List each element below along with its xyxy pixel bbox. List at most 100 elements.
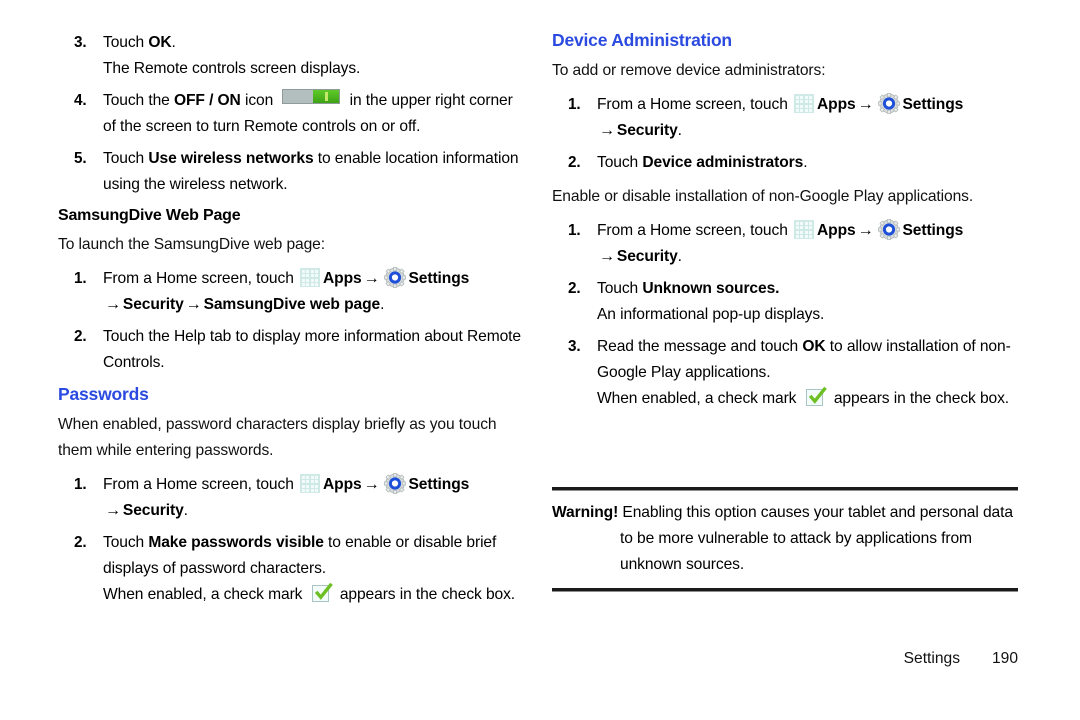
step-text-part: From a Home screen, touch — [597, 222, 792, 239]
step-text-part: Touch — [103, 150, 149, 167]
path-security: Security — [616, 122, 678, 139]
step-text-part: Touch — [597, 280, 643, 297]
arrow-icon: → — [363, 270, 380, 287]
arrow-icon: → — [105, 502, 121, 519]
toggle-knob — [313, 90, 340, 103]
passwords-steps-list: 1. From a Home screen, touch Apps → Settin… — [58, 472, 528, 608]
settings-gear-icon — [383, 267, 406, 288]
check-mark-icon — [805, 386, 827, 407]
step-bold-term: Make passwords visible — [148, 534, 324, 551]
settings-gear-icon — [877, 219, 900, 240]
warning-bottom-rule — [552, 588, 1018, 592]
settings-label: Settings — [902, 96, 964, 113]
apps-grid-icon — [794, 220, 814, 239]
arrow-icon: → — [857, 222, 874, 239]
step-number: 3. — [74, 34, 87, 51]
apps-label: Apps — [323, 270, 362, 287]
step-text-part: icon — [240, 92, 278, 109]
arrow-icon: → — [599, 122, 615, 139]
step-text: Touch Device administrators. — [597, 154, 808, 171]
step-number: 5. — [74, 150, 87, 167]
samsungdive-steps-list: 1. From a Home screen, touch Apps → Settin… — [58, 266, 528, 376]
step-bold-term: OK — [148, 34, 172, 51]
step-item: 1. From a Home screen, touch Apps → Settin… — [552, 218, 1022, 270]
passwords-heading: Passwords — [58, 384, 149, 404]
unknown-sources-steps-list: 1. From a Home screen, touch Apps → Settin… — [552, 218, 1022, 412]
step-text: Touch the OFF / ON icon in the upper rig… — [103, 89, 513, 135]
arrow-icon: → — [857, 96, 874, 113]
footer-section-label: Settings — [903, 650, 960, 667]
step-number: 3. — [568, 338, 581, 355]
step-number: 2. — [568, 280, 581, 297]
step-text-part: Touch — [103, 34, 149, 51]
step-text: From a Home screen, touch Apps → Settings … — [597, 93, 1022, 144]
step-path-line: → Security. — [103, 498, 528, 524]
step-number: 1. — [568, 96, 581, 113]
apps-grid-icon — [300, 268, 320, 287]
warning-message: Enabling this option causes your tablet … — [620, 504, 1013, 573]
apps-grid-icon — [794, 94, 814, 113]
step-text-part: Read the message and touch — [597, 338, 803, 355]
step-text: Touch Make passwords visible to enable o… — [103, 534, 496, 577]
device-administration-intro: To add or remove device administrators: — [552, 62, 826, 79]
step-text-part: Touch — [103, 534, 149, 551]
step-text: Read the message and touch OK to allow i… — [597, 338, 1011, 381]
step-number: 4. — [74, 92, 87, 109]
step-text-part: Touch the — [103, 92, 174, 109]
step-text-part: . — [183, 502, 188, 519]
arrow-icon: → — [105, 296, 121, 313]
step-text-part: When enabled, a check mark — [597, 390, 801, 407]
settings-label: Settings — [902, 222, 964, 239]
step-text: Touch Unknown sources. — [597, 280, 779, 297]
step-path-line: → Security → SamsungDive web page. — [103, 292, 528, 318]
manual-page: 3. Touch OK. The Remote controls screen … — [0, 0, 1080, 720]
step-bold-term: OK — [802, 338, 826, 355]
samsungdive-intro: To launch the SamsungDive web page: — [58, 236, 325, 253]
step-bold-term: OFF / ON — [173, 92, 241, 109]
step-item: 3. Read the message and touch OK to allo… — [552, 334, 1022, 412]
step-item: 2. Touch Make passwords visible to enabl… — [58, 530, 528, 608]
apps-label: Apps — [323, 476, 362, 493]
apps-label: Apps — [817, 96, 856, 113]
step-number: 1. — [74, 476, 87, 493]
step-subtext: When enabled, a check mark appears in th… — [597, 386, 1022, 412]
step-bold-term: Use wireless networks — [148, 150, 314, 167]
step-number: 1. — [74, 270, 87, 287]
device-administration-steps-list: 1. From a Home screen, touch Apps → Settin… — [552, 92, 1022, 176]
step-text-part: Touch — [597, 154, 643, 171]
step-bold-term: Unknown sources. — [642, 280, 780, 297]
step-text-part: . — [380, 296, 385, 313]
arrow-icon: → — [363, 476, 380, 493]
step-text-part: From a Home screen, touch — [103, 476, 298, 493]
apps-grid-icon — [300, 474, 320, 493]
warning-text-line: Warning! Enabling this option causes you… — [552, 500, 1018, 578]
arrow-icon: → — [599, 248, 615, 265]
step-text-part: . — [677, 122, 682, 139]
step-item: 5. Touch Use wireless networks to enable… — [58, 146, 528, 198]
step-text: Touch the Help tab to display more infor… — [103, 328, 521, 371]
step-text: From a Home screen, touch Apps → Settings … — [103, 473, 528, 524]
warning-body: Warning! Enabling this option causes you… — [552, 491, 1018, 588]
step-text-part: appears in the check box. — [829, 390, 1010, 407]
device-administration-heading: Device Administration — [552, 30, 732, 50]
check-mark-icon — [311, 582, 333, 603]
step-item: 2. Touch Device administrators. — [552, 150, 1022, 176]
step-text-part: appears in the check box. — [335, 586, 516, 603]
right-column: Device Administration To add or remove d… — [552, 30, 1022, 420]
settings-gear-icon — [383, 473, 406, 494]
settings-label: Settings — [408, 476, 470, 493]
step-path-line: → Security. — [597, 244, 1022, 270]
step-text: From a Home screen, touch Apps → Settings … — [103, 267, 528, 318]
step-item: 1. From a Home screen, touch Apps → Settin… — [552, 92, 1022, 144]
path-samsungdive-web-page: SamsungDive web page — [203, 296, 381, 313]
step-text-part: . — [171, 34, 176, 51]
step-text: From a Home screen, touch Apps → Settings … — [597, 219, 1022, 270]
step-item: 2. Touch Unknown sources. An information… — [552, 276, 1022, 328]
settings-label: Settings — [408, 270, 470, 287]
samsungdive-heading: SamsungDive Web Page — [58, 207, 241, 224]
step-item: 1. From a Home screen, touch Apps → Settin… — [58, 266, 528, 318]
device-administration-intro-2: Enable or disable installation of non-Go… — [552, 188, 974, 205]
step-text: Touch OK. — [103, 34, 176, 51]
step-item: 3. Touch OK. The Remote controls screen … — [58, 30, 528, 82]
step-subtext: An informational pop-up displays. — [597, 306, 825, 323]
